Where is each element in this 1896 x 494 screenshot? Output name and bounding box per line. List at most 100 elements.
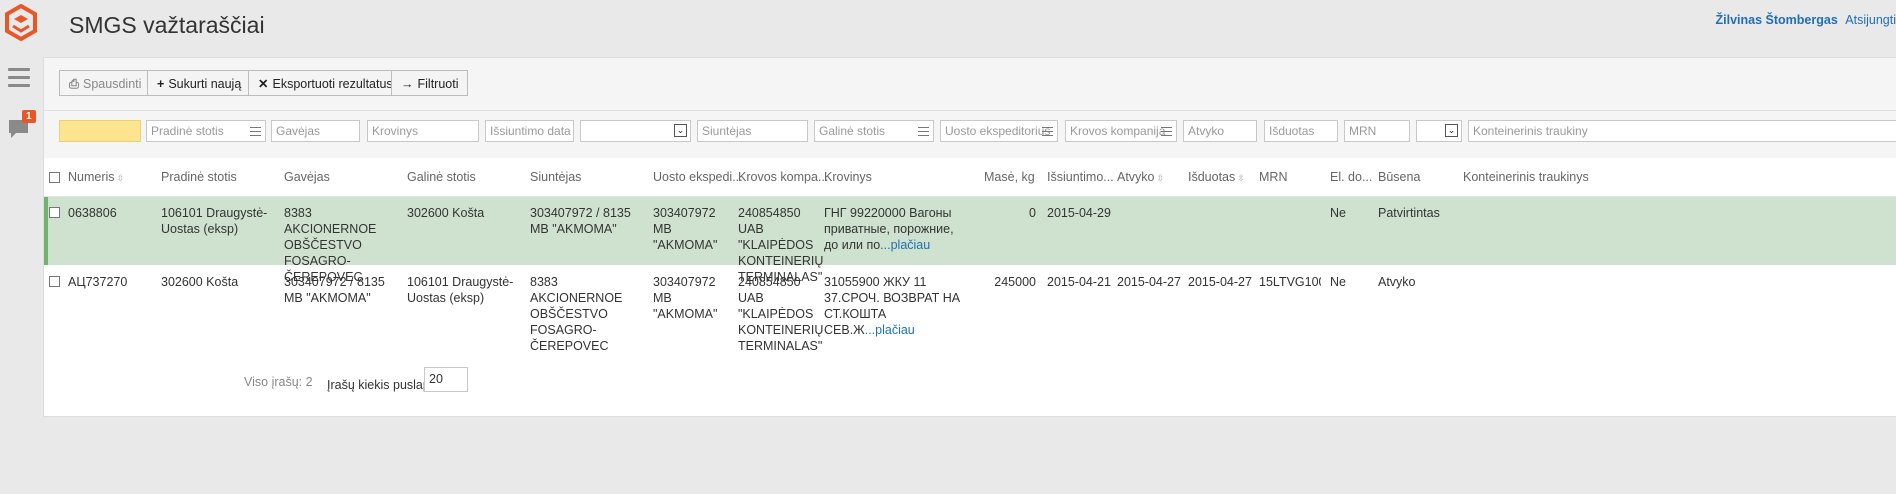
close-x-icon: ✕: [258, 77, 269, 91]
user-name-link[interactable]: Žilvinas Štombergas: [1716, 13, 1838, 27]
filter-button[interactable]: → Filtruoti: [391, 70, 469, 96]
cell-receiver: 303407972 / 8135 MB "AKMOMA": [284, 275, 385, 305]
cell-el-doc: Ne: [1330, 275, 1346, 289]
col-end-station[interactable]: Galinė stotis: [407, 170, 476, 184]
print-button[interactable]: ⎙ Spausdinti: [59, 70, 152, 96]
chat-icon[interactable]: 1: [8, 110, 36, 140]
more-link[interactable]: ...plačiau: [865, 323, 915, 337]
cell-ship-date: 2015-04-29: [1047, 206, 1111, 220]
cell-status: Patvirtintas: [1378, 206, 1440, 220]
chat-badge: 1: [22, 110, 36, 123]
col-number[interactable]: Numeris ⇳: [68, 170, 124, 184]
filter-number-input[interactable]: [59, 120, 141, 142]
row-checkbox[interactable]: [49, 207, 60, 218]
export-results-button[interactable]: ✕ Eksportuoti rezultatus: [248, 70, 403, 96]
cell-port-forwarder: 303407972 MB "AKMOMA": [653, 275, 718, 321]
filter-cargo-input[interactable]: Krovinys: [367, 120, 479, 142]
filter-issued-input[interactable]: Išduotas: [1264, 120, 1338, 142]
filter-row: Pradinė stotis Gavėjas Krovinys Išsiunti…: [44, 111, 1896, 158]
sort-icon: ⇳: [116, 173, 125, 183]
per-page-input[interactable]: 20: [424, 367, 468, 392]
filter-port-forwarder-placeholder: Uosto ekspeditorius: [945, 124, 1051, 138]
filter-label: Filtruoti: [417, 77, 459, 91]
filter-loading-company-placeholder: Krovos kompanija: [1070, 124, 1166, 138]
list-icon[interactable]: [918, 127, 929, 139]
plus-icon: +: [157, 77, 165, 91]
table-row[interactable]: 0638806 106101 Draugystė-Uostas (eksp) 8…: [44, 197, 1896, 284]
logout-link[interactable]: Atsijungti: [1845, 13, 1896, 27]
cell-end-station: 302600 Košta: [407, 206, 485, 220]
col-container-train[interactable]: Konteinerinis traukinys: [1463, 170, 1589, 184]
col-ship-date[interactable]: Išsiuntimo...: [1047, 170, 1114, 184]
cell-number: 0638806: [68, 206, 117, 220]
printer-icon: ⎙: [69, 77, 80, 91]
filter-container-train-input[interactable]: Konteinerinis traukiny: [1468, 120, 1896, 142]
col-loading-company[interactable]: Krovos kompa...: [738, 170, 828, 184]
cell-cargo: ГНГ 99220000 Вагоны приватные, порожние,…: [824, 205, 964, 253]
table-row[interactable]: AЦ737270 302600 Košta 303407972 / 8135 M…: [44, 266, 1896, 353]
col-status[interactable]: Būsena: [1378, 170, 1420, 184]
col-arrived[interactable]: Atvyko ⇳: [1117, 170, 1164, 184]
cell-sender: 8383 AKCIONERNOE OBŠČESTVO FOSAGRO-ČEREP…: [530, 275, 623, 353]
cell-start-station: 106101 Draugystė-Uostas (eksp): [161, 206, 268, 236]
create-new-button[interactable]: + Sukurti naują: [147, 70, 252, 96]
toolbar: ⎙ Spausdinti + Sukurti naują ✕ Eksportuoti …: [44, 58, 1896, 111]
col-port-forwarder[interactable]: Uosto ekspedi...: [653, 170, 743, 184]
cell-ship-date: 2015-04-21: [1047, 275, 1111, 289]
col-receiver[interactable]: Gavėjas: [284, 170, 330, 184]
col-issued-label: Išduotas: [1188, 170, 1236, 184]
col-el-doc[interactable]: El. do...: [1330, 170, 1372, 184]
app-logo[interactable]: [4, 3, 38, 42]
cell-start-station: 302600 Košta: [161, 275, 239, 289]
cell-issued: 2015-04-27: [1188, 275, 1252, 289]
filter-receiver-input[interactable]: Gavėjas: [271, 120, 360, 142]
cell-port-forwarder: 303407972 MB "AKMOMA": [653, 206, 718, 252]
col-number-label: Numeris: [68, 170, 115, 184]
select-all-checkbox[interactable]: [49, 172, 60, 183]
main-panel: ⎙ Spausdinti + Sukurti naują ✕ Eksportuoti …: [43, 57, 1896, 417]
cell-mass: 0: [1029, 206, 1036, 220]
user-area: Žilvinas Štombergas Atsijungti: [1716, 13, 1896, 27]
cell-mass: 245000: [994, 275, 1036, 289]
filter-start-station[interactable]: Pradinė stotis: [146, 120, 266, 142]
page-title: SMGS važtaraščiai: [69, 12, 265, 38]
cell-mrn: 15LTVG1000F: [1259, 275, 1321, 289]
cell-cargo: 31055900 ЖКУ 11 37.СРОЧ. ВОЗВРАТ НА СТ.К…: [824, 274, 964, 338]
filter-arrived-input[interactable]: Atvyko: [1183, 120, 1257, 142]
sort-icon: ⇳: [1237, 173, 1245, 183]
arrow-right-icon: →: [401, 77, 414, 91]
cell-el-doc: Ne: [1330, 206, 1346, 220]
filter-end-station[interactable]: Galinė stotis: [814, 120, 934, 142]
sort-icon: ⇳: [1156, 173, 1165, 183]
menu-icon[interactable]: [8, 68, 30, 90]
list-icon[interactable]: [1042, 127, 1053, 139]
filter-mrn-input[interactable]: MRN: [1344, 120, 1410, 142]
col-cargo[interactable]: Krovinys: [824, 170, 872, 184]
filter-sender-input[interactable]: Siuntėjas: [697, 120, 808, 142]
total-records: Viso įrašų: 2: [244, 375, 313, 389]
cell-sender: 303407972 / 8135 MB "AKMOMA": [530, 206, 631, 236]
cell-number: AЦ737270: [68, 275, 128, 289]
filter-ship-date-input[interactable]: Išsiuntimo data: [485, 120, 574, 142]
col-sender[interactable]: Siuntėjas: [530, 170, 581, 184]
cell-status: Atvyko: [1378, 275, 1416, 289]
cell-end-station: 106101 Draugystė-Uostas (eksp): [407, 275, 514, 305]
filter-start-station-placeholder: Pradinė stotis: [151, 124, 224, 138]
col-mrn[interactable]: MRN: [1259, 170, 1287, 184]
chevron-down-icon[interactable]: ⌄: [674, 124, 687, 137]
filter-select-2[interactable]: ⌄: [1416, 120, 1462, 142]
col-start-station[interactable]: Pradinė stotis: [161, 170, 237, 184]
filter-loading-company[interactable]: Krovos kompanija: [1065, 120, 1177, 142]
chevron-down-icon[interactable]: ⌄: [1445, 124, 1458, 137]
cell-arrived: 2015-04-27: [1117, 275, 1181, 289]
filter-end-station-placeholder: Galinė stotis: [819, 124, 886, 138]
filter-port-forwarder[interactable]: Uosto ekspeditorius: [940, 120, 1058, 142]
filter-select-1[interactable]: ⌄: [580, 120, 691, 142]
col-mass[interactable]: Masė, kg: [984, 170, 1035, 184]
col-issued[interactable]: Išduotas ⇳: [1188, 170, 1245, 184]
row-checkbox[interactable]: [49, 276, 60, 287]
more-link[interactable]: ...plačiau: [880, 238, 930, 252]
list-icon[interactable]: [1161, 127, 1172, 139]
list-icon[interactable]: [250, 127, 261, 139]
cell-loading-company: 240854850 UAB "KLAIPĖDOS KONTEINERIŲ TER…: [738, 275, 824, 353]
